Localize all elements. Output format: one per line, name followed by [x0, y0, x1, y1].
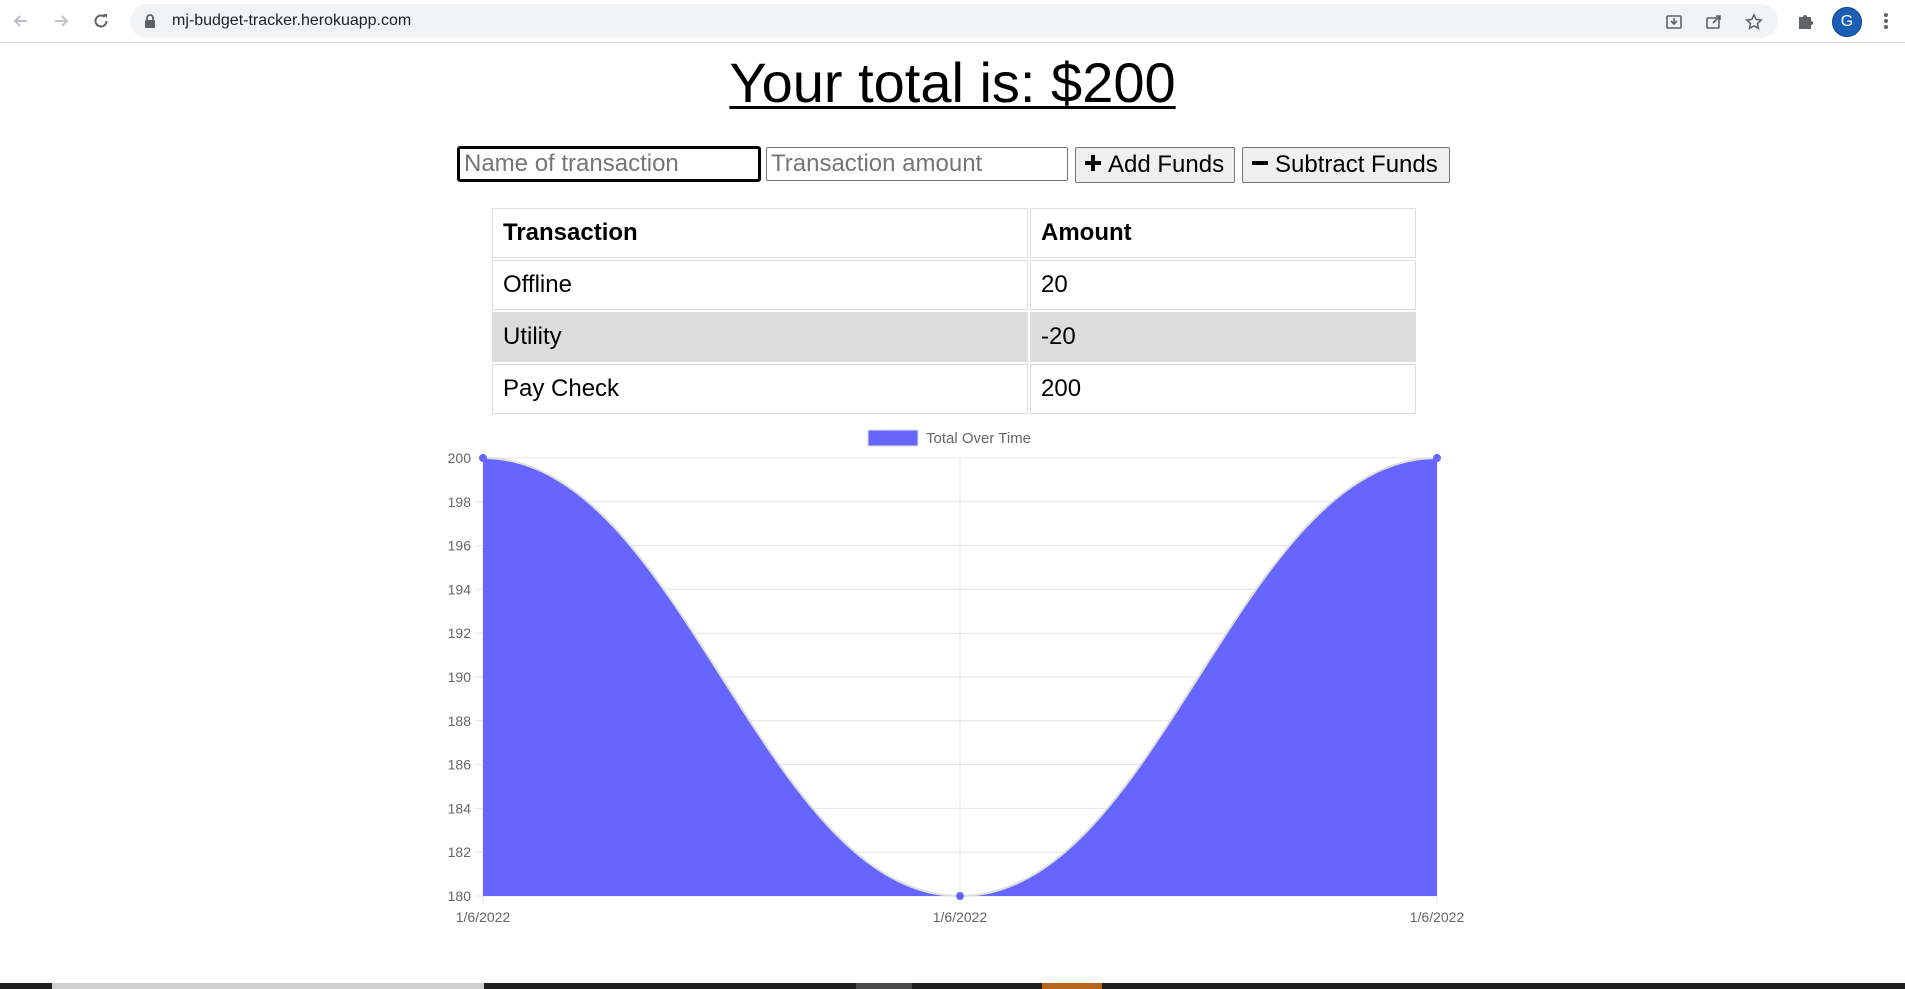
x-tick-label: 1/6/2022	[456, 909, 511, 925]
x-tick-label: 1/6/2022	[1410, 909, 1465, 925]
legend-label: Total Over Time	[926, 430, 1031, 447]
table-row: Utility -20	[492, 312, 1416, 362]
data-point	[956, 892, 964, 900]
subtract-funds-label: Subtract Funds	[1275, 151, 1438, 178]
reload-icon[interactable]	[88, 8, 114, 34]
add-funds-button[interactable]: Add Funds	[1075, 147, 1235, 183]
back-arrow-icon[interactable]	[8, 8, 34, 34]
y-tick-label: 186	[448, 757, 472, 773]
y-tick-label: 182	[448, 844, 472, 860]
share-icon[interactable]	[1704, 12, 1724, 32]
y-tick-label: 192	[448, 625, 472, 641]
transactions-table: Transaction Amount Offline 20 Utility -2…	[490, 206, 1418, 416]
y-tick-label: 196	[448, 538, 472, 554]
total-over-time-chart: 180 182 184 186 188 190 192 194 196 198 200 1/6/202…	[420, 424, 1480, 934]
y-tick-label: 198	[448, 494, 472, 510]
y-tick-label: 200	[448, 450, 472, 466]
table-header-row: Transaction Amount	[492, 208, 1416, 258]
forward-arrow-icon[interactable]	[48, 8, 74, 34]
table-row: Pay Check 200	[492, 364, 1416, 414]
address-bar[interactable]: mj-budget-tracker.herokuapp.com	[130, 4, 1778, 38]
transaction-name-cell: Pay Check	[492, 364, 1028, 414]
lock-icon[interactable]	[144, 14, 156, 33]
add-funds-label: Add Funds	[1108, 151, 1225, 178]
plus-icon	[1084, 151, 1102, 179]
transaction-amount-cell: 200	[1030, 364, 1416, 414]
os-taskbar	[0, 983, 1905, 989]
x-tick-label: 1/6/2022	[933, 909, 988, 925]
minus-icon	[1251, 151, 1269, 179]
subtract-funds-button[interactable]: Subtract Funds	[1242, 147, 1450, 183]
data-point	[479, 454, 487, 462]
y-tick-label: 184	[448, 800, 472, 816]
kebab-menu-icon[interactable]	[1874, 8, 1898, 34]
taskbar-item[interactable]	[52, 983, 484, 989]
data-point	[1433, 454, 1441, 462]
chart-canvas: 180 182 184 186 188 190 192 194 196 198 200 1/6/202…	[448, 429, 1465, 925]
browser-toolbar: mj-budget-tracker.herokuapp.com G	[0, 0, 1905, 43]
transaction-name-input[interactable]	[457, 146, 761, 182]
taskbar-item[interactable]	[856, 983, 912, 989]
y-tick-label: 190	[448, 669, 472, 685]
avatar[interactable]: G	[1832, 7, 1862, 37]
total-heading: Your total is: $200	[729, 51, 1176, 114]
transaction-amount-input[interactable]	[766, 147, 1068, 181]
taskbar-item[interactable]	[1042, 983, 1102, 989]
star-icon[interactable]	[1744, 12, 1764, 32]
column-header-amount: Amount	[1030, 208, 1416, 258]
y-tick-label: 188	[448, 713, 472, 729]
column-header-transaction: Transaction	[492, 208, 1028, 258]
url-text[interactable]: mj-budget-tracker.herokuapp.com	[172, 12, 411, 30]
y-tick-label: 180	[448, 888, 472, 904]
y-tick-label: 194	[448, 581, 472, 597]
install-icon[interactable]	[1664, 12, 1684, 32]
puzzle-icon[interactable]	[1794, 8, 1818, 34]
transaction-amount-cell: 20	[1030, 260, 1416, 310]
transaction-name-cell: Utility	[492, 312, 1028, 362]
table-row: Offline 20	[492, 260, 1416, 310]
legend-swatch	[867, 429, 919, 447]
transaction-amount-cell: -20	[1030, 312, 1416, 362]
transaction-name-cell: Offline	[492, 260, 1028, 310]
